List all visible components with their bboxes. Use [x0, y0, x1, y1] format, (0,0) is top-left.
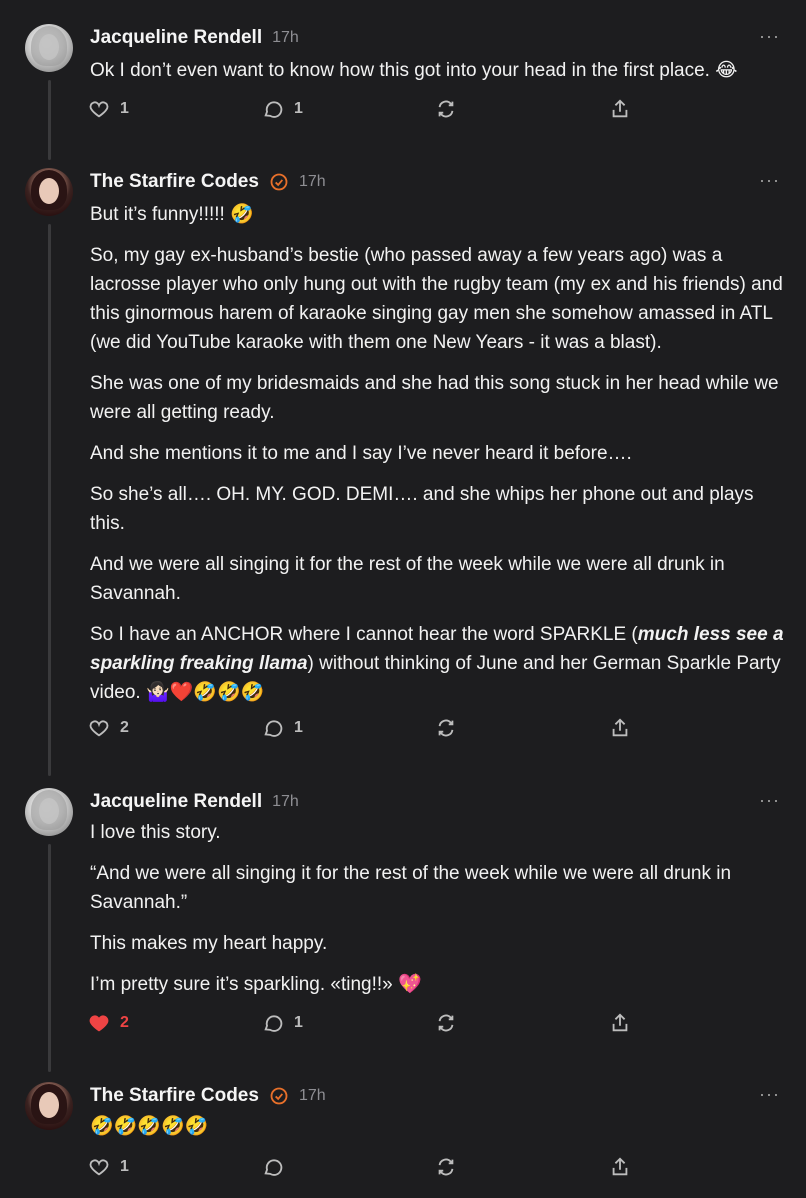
post-paragraph: And she mentions it to me and I say I’ve… — [90, 443, 632, 464]
like-button[interactable]: 2 — [88, 717, 129, 739]
like-count: 1 — [120, 100, 129, 117]
post-paragraph: I love this story. — [90, 822, 221, 843]
share-icon — [612, 1013, 628, 1032]
post-paragraph: “And we were all singing it for the rest… — [90, 863, 732, 913]
like-count: 2 — [120, 1014, 129, 1031]
heart-icon — [89, 1159, 109, 1176]
thread-line — [48, 224, 51, 776]
share-icon — [612, 718, 628, 737]
share-button[interactable] — [609, 1156, 631, 1178]
comment-icon — [264, 1159, 283, 1176]
post-paragraph: But it’s funny!!!!! 🤣 — [90, 204, 254, 225]
post-paragraph: And we were all singing it for the rest … — [90, 554, 725, 604]
heart-icon — [89, 1015, 109, 1032]
avatar[interactable] — [25, 788, 73, 836]
post-actions: 2 1 — [88, 717, 648, 741]
repost-icon — [438, 100, 454, 118]
reply-button[interactable]: 1 — [262, 1012, 303, 1034]
post-time: 17h — [272, 29, 299, 46]
post-body: 🤣🤣🤣🤣🤣 — [90, 1112, 790, 1153]
post-paragraph: She was one of my bridesmaids and she ha… — [90, 373, 779, 423]
post-paragraph: This makes my heart happy. — [90, 933, 328, 954]
share-icon — [612, 1157, 628, 1176]
post-paragraph: Ok I don’t even want to know how this go… — [90, 60, 738, 81]
repost-button[interactable] — [435, 717, 457, 739]
heart-icon — [89, 720, 109, 737]
avatar[interactable] — [25, 24, 73, 72]
heart-icon — [89, 101, 109, 118]
like-button[interactable]: 1 — [88, 1156, 129, 1178]
reply-count: 1 — [294, 1014, 303, 1031]
like-button[interactable]: 1 — [88, 98, 129, 120]
thread-line — [48, 844, 51, 1072]
author-name[interactable]: Jacqueline Rendell — [90, 791, 262, 813]
verified-check-icon — [270, 173, 288, 191]
post-actions: 1 — [88, 1156, 648, 1180]
reply-button[interactable]: 1 — [262, 98, 303, 120]
repost-icon — [438, 719, 454, 737]
post-paragraph: So she’s all…. OH. MY. GOD. DEMI…. and s… — [90, 484, 754, 534]
post-time: 17h — [272, 793, 299, 810]
avatar[interactable] — [25, 1082, 73, 1130]
repost-button[interactable] — [435, 98, 457, 120]
post-body: I love this story. “And we were all sing… — [90, 818, 790, 1011]
comment-icon — [264, 720, 283, 737]
more-icon[interactable]: ··· — [759, 1084, 780, 1105]
more-icon[interactable]: ··· — [759, 790, 780, 811]
post-time: 17h — [298, 1087, 326, 1104]
post-paragraph: I’m pretty sure it’s sparkling. «ting!!»… — [90, 974, 422, 995]
comment-icon — [264, 101, 283, 118]
thread-line — [48, 80, 51, 160]
share-button[interactable] — [609, 1012, 631, 1034]
post-paragraph: So, my gay ex-husband’s bestie (who pass… — [90, 245, 783, 353]
post-paragraph: So I have an ANCHOR where I cannot hear … — [90, 620, 790, 707]
repost-icon — [438, 1158, 454, 1176]
share-button[interactable] — [609, 717, 631, 739]
post-time: 17h — [298, 173, 326, 190]
post-actions: 1 1 — [88, 98, 648, 122]
post-paragraph: 🤣🤣🤣🤣🤣 — [90, 1116, 209, 1137]
reply-count: 1 — [294, 719, 303, 736]
repost-button[interactable] — [435, 1156, 457, 1178]
post-body: Ok I don’t even want to know how this go… — [90, 56, 790, 97]
comment-icon — [264, 1015, 283, 1032]
more-icon[interactable]: ··· — [759, 170, 780, 191]
post-body: But it’s funny!!!!! 🤣 So, my gay ex-husb… — [90, 200, 790, 719]
verified-check-icon — [270, 1087, 288, 1105]
author-name[interactable]: The Starfire Codes — [90, 1085, 259, 1107]
author-name[interactable]: The Starfire Codes — [90, 171, 259, 193]
share-icon — [612, 99, 628, 118]
like-button[interactable]: 2 — [88, 1012, 129, 1034]
reply-button[interactable]: 1 — [262, 717, 303, 739]
share-button[interactable] — [609, 98, 631, 120]
post-text: So I have an ANCHOR where I cannot hear … — [90, 624, 638, 645]
repost-icon — [438, 1014, 454, 1032]
more-icon[interactable]: ··· — [759, 26, 780, 47]
repost-button[interactable] — [435, 1012, 457, 1034]
author-name[interactable]: Jacqueline Rendell — [90, 27, 262, 49]
avatar[interactable] — [25, 168, 73, 216]
reply-count: 1 — [294, 100, 303, 117]
like-count: 1 — [120, 1158, 129, 1175]
reply-button[interactable] — [262, 1156, 294, 1178]
like-count: 2 — [120, 719, 129, 736]
post-actions: 2 1 — [88, 1012, 648, 1036]
